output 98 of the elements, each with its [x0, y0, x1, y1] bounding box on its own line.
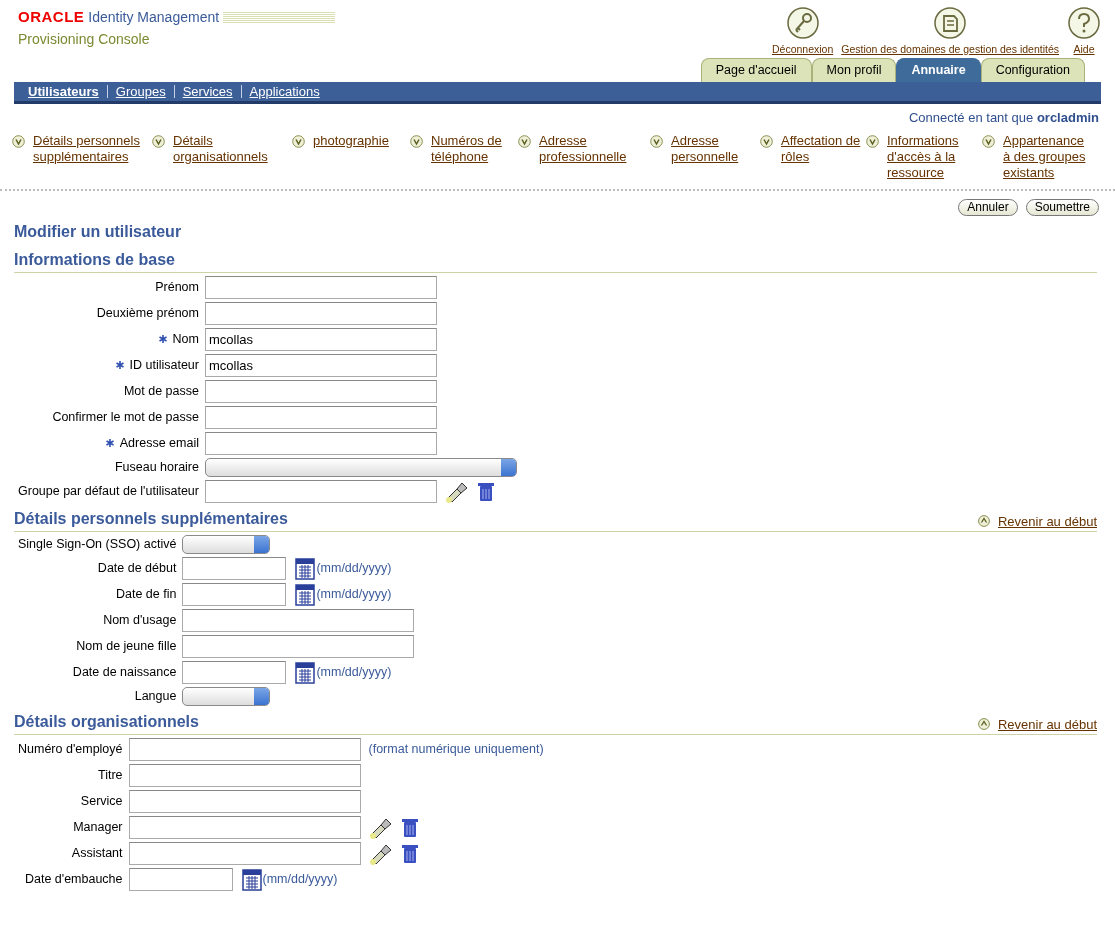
field-label: Nom de jeune fille [76, 639, 177, 654]
input-field[interactable] [205, 276, 437, 299]
product-name: Identity Management [88, 7, 220, 27]
field-label: Numéro d'employé [18, 742, 123, 757]
field-label: Deuxième prénom [96, 306, 199, 321]
field-label: Single Sign-On (SSO) activé [18, 537, 177, 552]
input-field[interactable] [205, 480, 437, 503]
calendar-icon [240, 868, 263, 891]
field-label: Date de début [97, 561, 177, 576]
input-field[interactable] [182, 557, 287, 580]
field-label: Date de fin [115, 587, 177, 602]
field-label: Service [80, 794, 123, 809]
input-field[interactable]: mcollas [205, 328, 437, 351]
field-label: Fuseau horaire [114, 460, 199, 475]
quick-link[interactable]: Appartenance à des groupes existants [1003, 133, 1092, 181]
quick-link[interactable]: Détails personnels supplémentaires [33, 133, 152, 181]
field-label: Mot de passe [123, 384, 199, 399]
down-arrow-icon [12, 135, 25, 148]
console-name: Provisioning Console [18, 29, 151, 49]
input-field[interactable] [128, 764, 361, 787]
down-arrow-icon [518, 135, 531, 148]
input-field[interactable] [205, 380, 437, 403]
input-field[interactable] [205, 302, 437, 325]
header-link[interactable]: Gestion des domaines de gestion des identités [841, 42, 1059, 58]
format-hint: (format numérique uniquement) [368, 741, 544, 759]
nav-tab[interactable]: Annuaire [896, 57, 981, 82]
page-title: Modifier un utilisateur [14, 222, 183, 242]
section-heading: Informations de base [14, 250, 175, 270]
calendar-icon [294, 557, 317, 580]
down-arrow-icon [292, 135, 305, 148]
book-icon [933, 6, 968, 40]
field-label: Confirmer le mot de passe [52, 410, 199, 425]
logo-wordmark: ORACLE [18, 7, 85, 27]
field-label: Assistant [71, 846, 123, 861]
down-arrow-icon [760, 135, 773, 148]
field-label: Titre [98, 768, 123, 783]
format-hint: (mm/dd/yyyy) [262, 871, 338, 889]
quick-link[interactable]: Détails organisationnels [173, 133, 292, 181]
format-hint: (mm/dd/yyyy) [316, 664, 392, 682]
input-field[interactable] [128, 738, 361, 761]
key-icon [785, 6, 820, 40]
down-arrow-icon [866, 135, 879, 148]
submit-button[interactable]: Soumettre [1025, 199, 1099, 216]
quick-link[interactable]: photographie [313, 133, 410, 181]
flashlight-icon [368, 842, 391, 865]
down-arrow-icon [152, 135, 165, 148]
input-field[interactable] [128, 842, 361, 865]
sub-tab[interactable]: Utilisateurs [28, 84, 107, 98]
sub-tab[interactable]: Services [173, 84, 241, 98]
input-field[interactable] [205, 406, 437, 429]
dropdown[interactable] [182, 535, 271, 554]
cancel-button[interactable]: Annuler [958, 199, 1018, 216]
input-field[interactable] [182, 609, 415, 632]
back-to-top-link[interactable]: Revenir au début [998, 714, 1097, 734]
help-icon [1067, 6, 1101, 40]
logged-in-text: Connecté en tant que orcladmin [907, 108, 1099, 127]
calendar-icon [294, 583, 317, 606]
input-field[interactable] [182, 635, 415, 658]
down-arrow-icon [410, 135, 423, 148]
field-label: Langue [134, 689, 177, 704]
back-to-top-link[interactable]: Revenir au début [998, 511, 1097, 531]
input-field[interactable]: mcollas [205, 354, 437, 377]
calendar-icon [294, 661, 317, 684]
flashlight-icon [368, 816, 391, 839]
input-field[interactable] [128, 790, 361, 813]
field-label: Nom d'usage [103, 613, 177, 628]
input-field[interactable] [128, 868, 233, 891]
trash-icon [475, 480, 497, 503]
sub-tab[interactable]: Applications [240, 84, 328, 98]
field-label: Groupe par défaut de l'utilisateur [18, 484, 199, 499]
dropdown[interactable] [205, 458, 517, 477]
nav-tab[interactable]: Mon profil [811, 57, 897, 82]
dropdown[interactable] [182, 687, 271, 706]
sub-tab[interactable]: Groupes [106, 84, 174, 98]
header-link[interactable]: Déconnexion [771, 42, 834, 58]
quick-link[interactable]: Adresse personnelle [671, 133, 760, 181]
input-field[interactable] [205, 432, 437, 455]
section-heading: Détails organisationnels [14, 712, 199, 732]
field-label: Prénom [155, 280, 199, 295]
input-field[interactable] [182, 661, 287, 684]
field-label: Manager [73, 820, 123, 835]
quick-link[interactable]: Adresse professionnelle [539, 133, 650, 181]
input-field[interactable] [128, 816, 361, 839]
format-hint: (mm/dd/yyyy) [316, 560, 392, 578]
format-hint: (mm/dd/yyyy) [316, 586, 392, 604]
quick-link[interactable]: Informations d'accès à la ressource [887, 133, 982, 181]
down-arrow-icon [650, 135, 663, 148]
input-field[interactable] [182, 583, 287, 606]
help-link[interactable]: Aide [1073, 42, 1095, 58]
quick-link[interactable]: Affectation de rôles [781, 133, 866, 181]
field-label: Date d'embauche [24, 872, 123, 887]
quick-link[interactable]: Numéros de téléphone [431, 133, 518, 181]
nav-tab[interactable]: Page d'accueil [700, 57, 812, 82]
section-heading: Détails personnels supplémentaires [14, 509, 288, 529]
nav-tab[interactable]: Configuration [980, 57, 1085, 82]
down-arrow-icon [982, 135, 995, 148]
field-label: Date de naissance [72, 665, 177, 680]
flashlight-icon [445, 480, 467, 503]
